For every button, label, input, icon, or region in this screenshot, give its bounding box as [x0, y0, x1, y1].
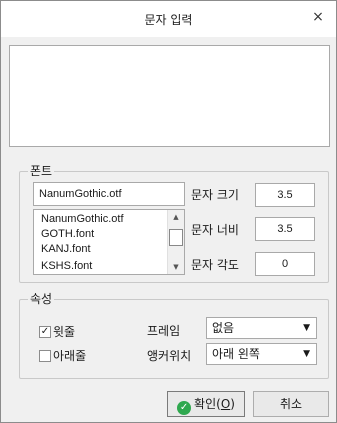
scroll-down-icon[interactable]: ▼	[168, 260, 184, 274]
chevron-down-icon[interactable]: ▼	[303, 344, 310, 364]
ok-label: 확인(	[194, 397, 221, 411]
frame-select-value: 없음	[212, 321, 235, 335]
cancel-button[interactable]: 취소	[253, 391, 329, 417]
overline-check-icon[interactable]: ✓	[39, 326, 51, 338]
scroll-thumb[interactable]	[169, 229, 183, 246]
width-field[interactable]: 3.5	[255, 217, 315, 241]
angle-field[interactable]: 0	[255, 252, 315, 276]
angle-label: 문자 각도	[191, 258, 239, 272]
width-label: 문자 너비	[191, 223, 239, 237]
frame-select[interactable]: 없음 ▼	[206, 317, 317, 339]
attribute-group-label: 속성	[28, 292, 55, 306]
font-list-item[interactable]: KANJ.font	[41, 242, 91, 257]
underline-checkbox[interactable]: 아래줄	[39, 349, 109, 363]
overline-checkbox[interactable]: ✓ 윗줄	[39, 325, 99, 339]
attribute-group: 속성	[19, 292, 329, 379]
check-circle-icon: ✓	[177, 401, 192, 415]
font-list-item[interactable]: GOTH.font	[41, 227, 94, 242]
underline-label: 아래줄	[53, 349, 87, 363]
size-label: 문자 크기	[191, 188, 239, 202]
ok-suffix: )	[230, 397, 235, 411]
overline-label: 윗줄	[53, 325, 76, 339]
size-field[interactable]: 3.5	[255, 183, 315, 207]
chevron-down-icon[interactable]: ▼	[303, 318, 310, 338]
text-input-dialog: 문자 입력 × 폰트 NanumGothic.otf NanumGothic.o…	[0, 0, 337, 423]
anchor-select[interactable]: 아래 왼쪽 ▼	[206, 343, 317, 365]
close-icon[interactable]: ×	[310, 9, 326, 25]
title-bar: 문자 입력 ×	[1, 1, 336, 37]
font-listbox[interactable]: NanumGothic.otf GOTH.font KANJ.font KSHS…	[33, 209, 185, 275]
scroll-up-icon[interactable]: ▲	[168, 210, 184, 224]
anchor-select-value: 아래 왼쪽	[212, 347, 260, 361]
font-list-item[interactable]: NanumGothic.otf	[41, 212, 124, 227]
ok-button[interactable]: ✓ 확인(O)	[167, 391, 245, 417]
anchor-label: 앵커위치	[147, 349, 192, 363]
dialog-title: 문자 입력	[144, 13, 193, 27]
ok-mnemonic: O	[220, 397, 231, 411]
underline-check-box[interactable]	[39, 350, 51, 362]
listbox-scrollbar[interactable]: ▲ ▼	[167, 210, 184, 274]
font-name-field[interactable]: NanumGothic.otf	[33, 182, 185, 206]
font-list-item[interactable]: KSHS.font	[41, 259, 92, 274]
frame-label: 프레임	[147, 324, 181, 338]
text-input-area[interactable]	[9, 45, 330, 147]
font-group-label: 폰트	[28, 164, 55, 178]
